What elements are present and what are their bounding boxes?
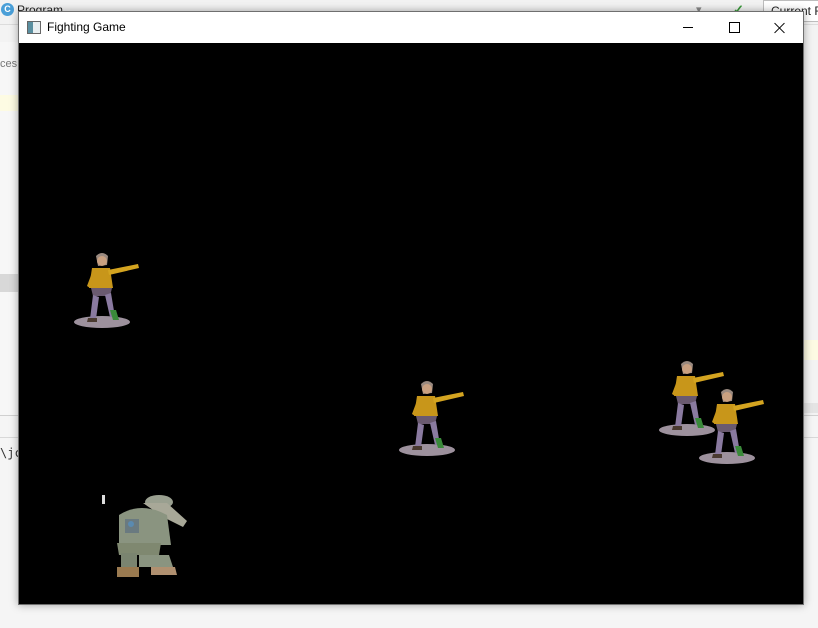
window-titlebar[interactable]: Fighting Game bbox=[19, 12, 803, 43]
close-icon bbox=[774, 22, 786, 34]
game-window[interactable]: Fighting Game bbox=[18, 11, 804, 605]
ide-logo-icon: C bbox=[1, 3, 14, 16]
enemy-sprite bbox=[399, 381, 464, 456]
window-title: Fighting Game bbox=[47, 20, 126, 34]
ide-divider bbox=[802, 403, 818, 413]
maximize-button[interactable] bbox=[711, 12, 757, 43]
player-sprite bbox=[102, 495, 187, 577]
game-canvas[interactable] bbox=[19, 43, 803, 604]
ide-side-text: ces bbox=[0, 58, 18, 70]
ide-line-highlight bbox=[802, 340, 818, 360]
maximize-icon bbox=[728, 22, 740, 33]
ide-line-highlight bbox=[0, 95, 18, 111]
minimize-button[interactable] bbox=[665, 12, 711, 43]
enemy-sprite bbox=[74, 253, 139, 328]
minimize-icon bbox=[683, 27, 693, 28]
enemy-sprite bbox=[699, 389, 764, 464]
ide-line-highlight bbox=[0, 274, 18, 292]
close-button[interactable] bbox=[757, 12, 803, 43]
app-icon bbox=[27, 21, 41, 34]
